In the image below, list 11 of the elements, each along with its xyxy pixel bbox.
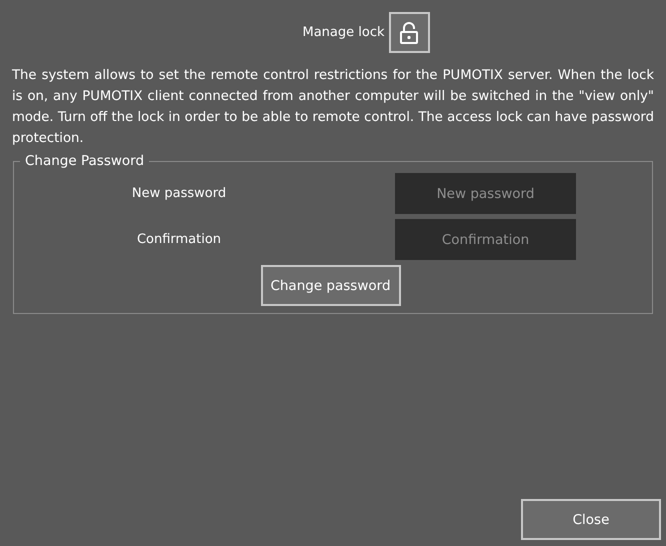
title: Manage lock <box>302 25 384 40</box>
change-password-button[interactable]: Change password <box>260 265 400 306</box>
close-button[interactable]: Close <box>521 499 661 540</box>
field-label: Confirmation <box>136 232 222 247</box>
password-field[interactable]: Confirmation <box>395 219 576 260</box>
password-field[interactable]: New password <box>395 173 576 214</box>
unlocked-padlock-icon <box>400 22 418 44</box>
lock-toggle-button[interactable] <box>388 12 430 53</box>
group-legend: Change Password <box>20 153 150 169</box>
field-label: New password <box>132 186 226 201</box>
description-text: The system allows to set the remote control restrictions for the PUMOTIX server. When the lock is on, any PUMOTIX client connected from another computer will be switched in the "view only" mode. Turn off the lock in order to be able to remote control. The access lock can have password protection. <box>12 67 654 148</box>
